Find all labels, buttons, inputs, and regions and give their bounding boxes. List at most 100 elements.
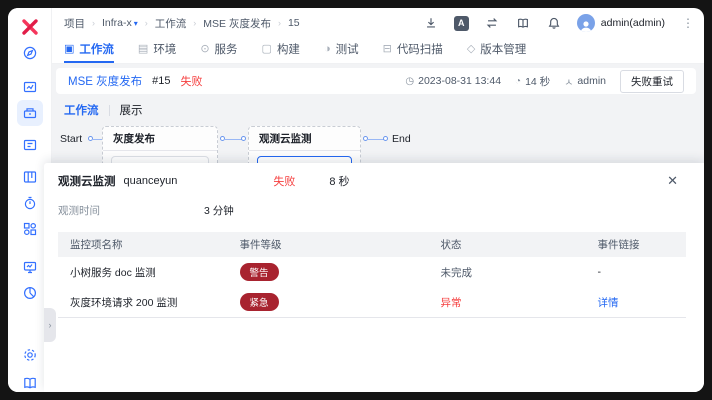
monitor-name: 小树服务 doc 监测 (58, 257, 228, 287)
table-row: 小树服务 doc 监测 警告 未完成 - (58, 257, 686, 287)
drawer-title: 观测云监测 (58, 173, 116, 189)
run-name-link[interactable]: MSE 灰度发布 (68, 73, 142, 89)
event-link: - (598, 266, 602, 278)
chevron-right-icon: › (49, 320, 52, 330)
chevron-down-icon: ▾ (134, 19, 138, 28)
breadcrumb-separator: › (278, 18, 281, 28)
tab-label: 环境 (153, 41, 176, 57)
drawer-status: 失败 (273, 173, 295, 189)
tab-label: 版本管理 (480, 41, 526, 57)
person-icon (579, 20, 593, 32)
timer-icon (22, 195, 38, 211)
tab-label: 服务 (215, 41, 238, 57)
observe-time-value: 3 分钟 (204, 203, 234, 218)
tab-services[interactable]: ⊙ 服务 (200, 38, 237, 63)
sidebar-item-board[interactable] (17, 164, 43, 190)
book-icon (22, 375, 38, 391)
close-icon[interactable]: ✕ (655, 173, 690, 189)
breadcrumb-item-run[interactable]: 15 (288, 17, 300, 29)
tab-version-management[interactable]: ◇ 版本管理 (467, 38, 526, 63)
sidebar-expand-handle[interactable]: › (44, 308, 56, 342)
run-start-time: ◷2023-08-31 13:44 (405, 75, 501, 87)
sidebar-item-dashboard[interactable] (17, 40, 43, 66)
notifications-button[interactable] (546, 15, 562, 31)
run-duration: ◔14 秒 (515, 74, 550, 89)
tab-label: 代码扫描 (397, 41, 443, 57)
language-button[interactable]: A (454, 16, 469, 31)
service-icon: ⊙ (200, 44, 209, 55)
sidebar-item-reports[interactable] (17, 132, 43, 158)
subtab-display[interactable]: 展示 (120, 102, 143, 118)
logo-x-icon (21, 18, 39, 36)
diamond-icon: ◇ (467, 44, 475, 55)
kanban-board-icon (22, 169, 38, 185)
overflow-menu-icon[interactable]: ⋮ (682, 16, 694, 30)
table-row: 灰度环境请求 200 监测 紧急 异常 详情 (58, 287, 686, 318)
monitor-name: 灰度环境请求 200 监测 (58, 287, 228, 318)
subtab-workflow[interactable]: 工作流 (64, 102, 99, 118)
stopwatch-icon: ◔ (515, 76, 521, 87)
col-event-link: 事件链接 (586, 232, 687, 257)
pie-chart-icon (22, 285, 38, 301)
subtab-divider (109, 105, 110, 116)
connector-dot (383, 136, 388, 141)
breadcrumb-item-space[interactable]: Infra-x▾ (102, 17, 138, 29)
node-detail-drawer: 观测云监测 quanceyun 失败 8 秒 ✕ 观测时间 3 分钟 监控项名称… (44, 163, 704, 392)
run-meta: ◷2023-08-31 13:44 ◔14 秒 ㅅadmin 失败重试 (405, 70, 684, 93)
help-docs-button[interactable] (515, 15, 531, 31)
stage-title: 灰度发布 (103, 127, 217, 151)
sidebar-item-settings[interactable] (17, 342, 43, 368)
drawer-header: 观测云监测 quanceyun 失败 8 秒 ✕ (58, 173, 690, 189)
tab-label: 测试 (336, 41, 359, 57)
sidebar-item-pipelines[interactable] (17, 100, 43, 126)
event-detail-link[interactable]: 详情 (598, 297, 619, 309)
col-event-level: 事件等级 (228, 232, 429, 257)
sidebar-item-docs[interactable] (17, 370, 43, 392)
topbar-actions: A admin(admin) ⋮ (423, 14, 694, 32)
pipeline-end-label: End (392, 133, 411, 145)
report-doc-icon (22, 137, 38, 153)
tab-code-scan[interactable]: ⊟ 代码扫描 (383, 38, 443, 63)
run-status-badge: 失败 (180, 73, 202, 89)
breadcrumb: 项目 › Infra-x▾ › 工作流 › MSE 灰度发布 › 15 (64, 16, 300, 31)
download-button[interactable] (423, 15, 439, 31)
gear-icon (22, 347, 38, 363)
sidebar-item-test[interactable] (17, 190, 43, 216)
metrics-card-icon (22, 79, 38, 95)
switch-button[interactable] (484, 15, 500, 31)
app-window: › 项目 › Infra-x▾ › 工作流 › MSE 灰度发布 › 15 A (8, 8, 704, 392)
breadcrumb-separator: › (92, 18, 95, 28)
status-text: 异常 (441, 297, 462, 309)
sidebar-item-analytics[interactable] (17, 280, 43, 306)
breadcrumb-item-project[interactable]: 项目 (64, 16, 85, 31)
retry-failed-button[interactable]: 失败重试 (620, 70, 684, 93)
components-icon (22, 221, 38, 237)
tab-test[interactable]: ◑测试 (324, 38, 359, 63)
col-status: 状态 (429, 232, 586, 257)
brand-logo[interactable] (17, 14, 43, 40)
table-header-row: 监控项名称 事件等级 状态 事件链接 (58, 232, 686, 257)
monitor-table: 监控项名称 事件等级 状态 事件链接 小树服务 doc 监测 警告 未完成 - … (58, 232, 686, 318)
drawer-subtitle: quanceyun (124, 175, 178, 187)
tab-build[interactable]: ▢构建 (262, 38, 300, 63)
sidebar-item-components[interactable] (17, 216, 43, 242)
tab-environment[interactable]: ▤环境 (138, 38, 176, 63)
tab-workflow[interactable]: ▣工作流 (64, 38, 114, 63)
drawer-duration: 8 秒 (329, 173, 349, 189)
breadcrumb-item-workflow[interactable]: 工作流 (155, 16, 187, 31)
person-small-icon: ㅅ (564, 74, 573, 89)
scan-icon: ⊟ (383, 44, 392, 55)
connector-line (92, 139, 102, 140)
col-monitor-name: 监控项名称 (58, 232, 228, 257)
user-menu[interactable]: admin(admin) (577, 14, 665, 32)
observe-time-label: 观测时间 (58, 203, 204, 218)
run-number: #15 (152, 75, 170, 87)
module-tabbar: ▣工作流 ▤环境 ⊙ 服务 ▢构建 ◑测试 ⊟ 代码扫描 ◇ 版本管理 (52, 38, 704, 64)
sidebar-item-insight[interactable] (17, 74, 43, 100)
run-trigger-user: ㅅadmin (564, 74, 606, 89)
breadcrumb-item-pipeline[interactable]: MSE 灰度发布 (203, 16, 271, 31)
compass-icon (22, 45, 38, 61)
tab-label: 构建 (277, 41, 300, 57)
level-badge: 警告 (240, 263, 279, 281)
sidebar-item-monitor[interactable] (17, 254, 43, 280)
